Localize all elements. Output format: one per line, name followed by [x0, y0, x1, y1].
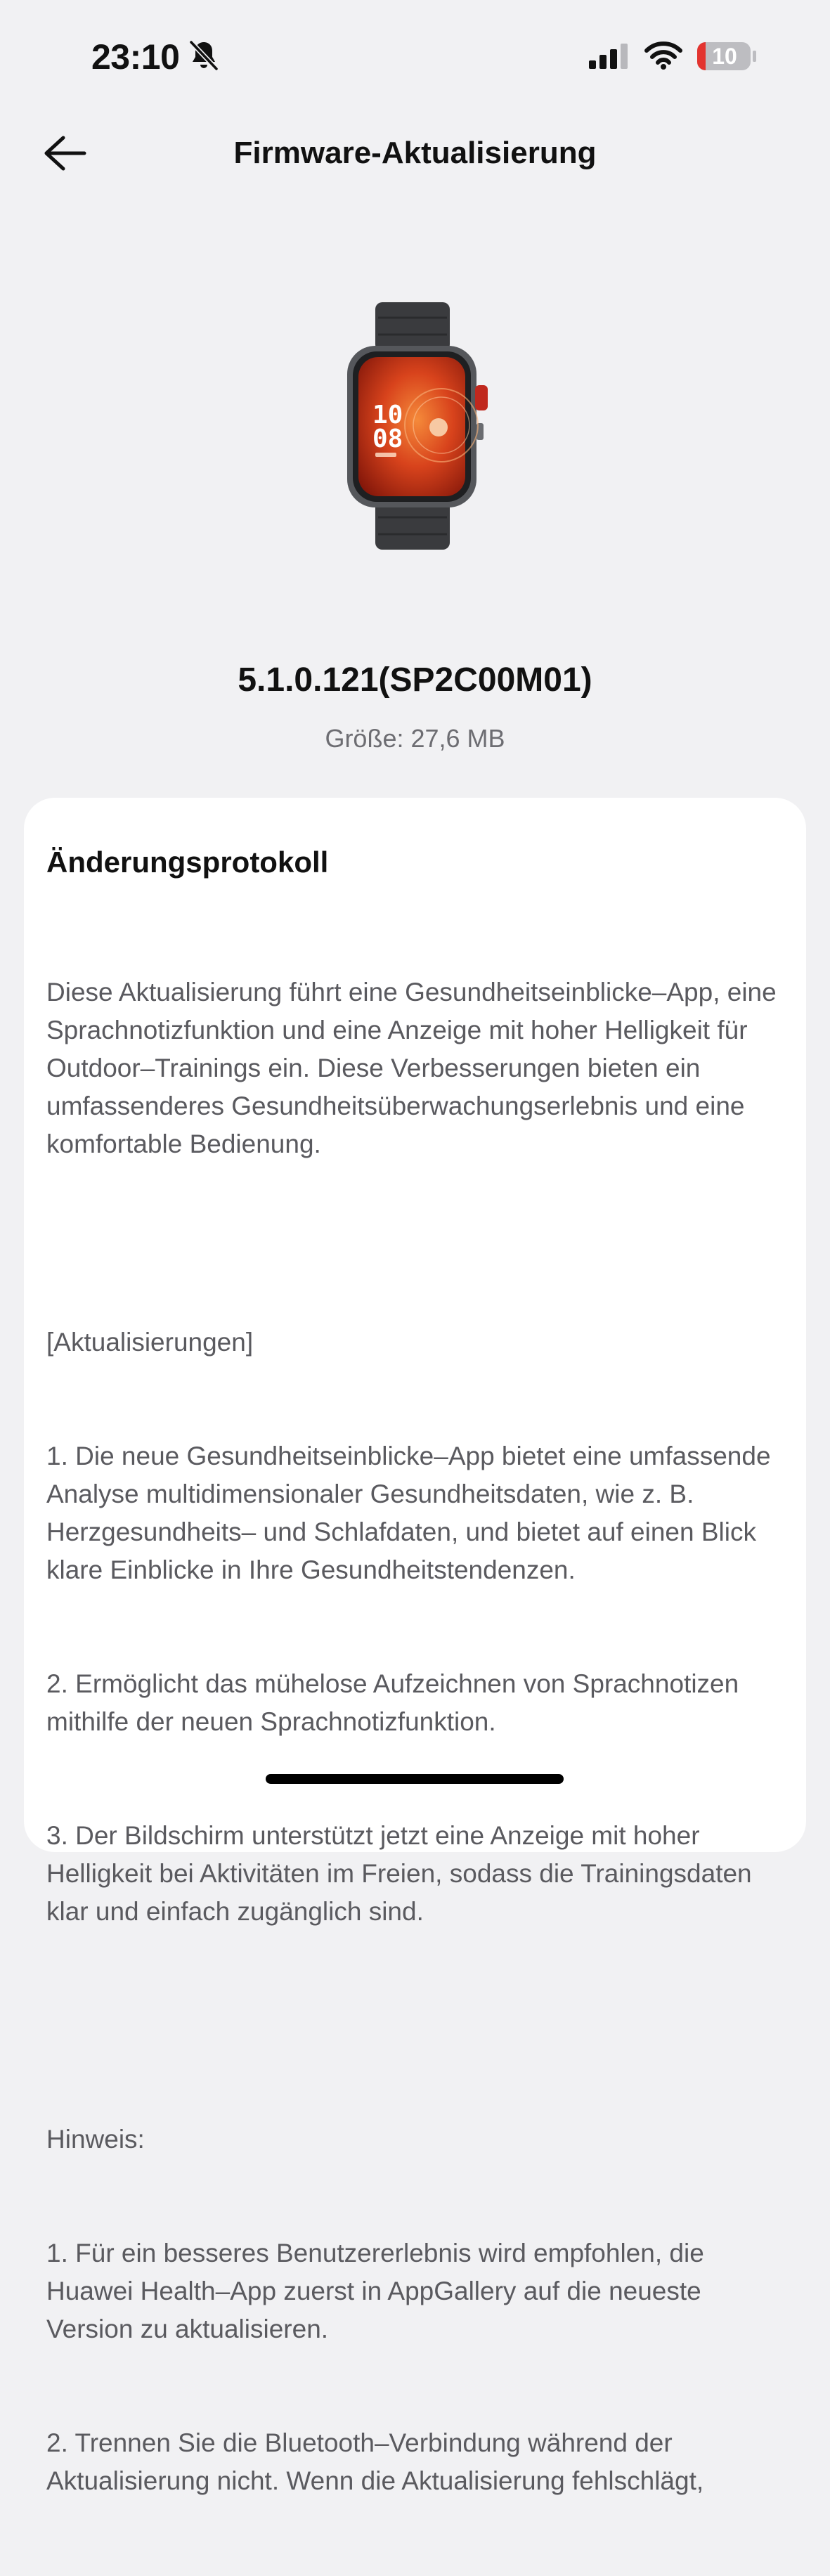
firmware-version: 5.1.0.121(SP2C00M01) [238, 661, 592, 699]
page-title: Firmware-Aktualisierung [233, 136, 597, 170]
changelog-text: Diese Aktualisierung führt eine Gesundhe… [46, 898, 784, 2576]
update-item: 1. Die neue Gesundheitseinblicke–App bie… [46, 1442, 777, 1584]
battery-level: 10 [712, 44, 737, 69]
home-indicator[interactable] [266, 1774, 564, 1784]
header: Firmware-Aktualisierung [0, 112, 830, 183]
status-bar: 23:10 10 [0, 0, 830, 112]
changelog-title: Änderungsprotokoll [46, 846, 329, 879]
firmware-size: Größe: 27,6 MB [325, 724, 505, 753]
bell-slash-icon [189, 40, 219, 71]
note-item: 1. Für ein besseres Benutzererlebnis wir… [46, 2239, 712, 2343]
updates-heading: [Aktualisierungen] [46, 1328, 254, 1357]
smartwatch-image: 10 08 [336, 302, 499, 550]
wifi-icon [644, 41, 682, 70]
update-item: 2. Ermöglicht das mühelose Aufzeichnen v… [46, 1669, 746, 1736]
update-item: 3. Der Bildschirm unterstützt jetzt eine… [46, 1821, 759, 1926]
changelog-intro: Diese Aktualisierung führt eine Gesundhe… [46, 978, 784, 1158]
cellular-signal-icon [589, 44, 628, 69]
svg-text:08: 08 [372, 425, 403, 453]
notes-heading: Hinweis: [46, 2125, 145, 2154]
note-item: 2. Trennen Sie die Bluetooth–Verbindung … [46, 2428, 704, 2495]
changelog-card: Änderungsprotokoll Diese Aktualisierung … [24, 798, 806, 2495]
status-time: 23:10 [91, 37, 180, 77]
